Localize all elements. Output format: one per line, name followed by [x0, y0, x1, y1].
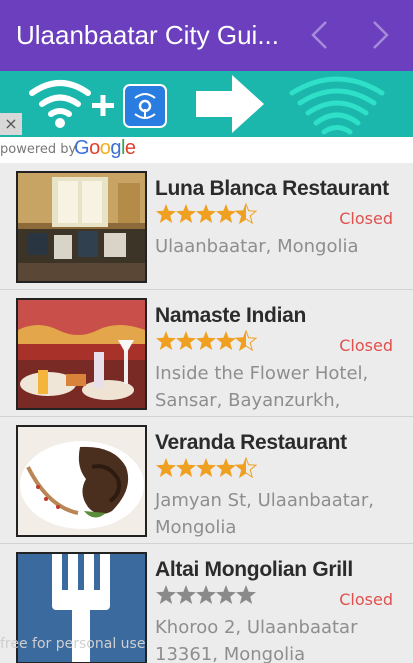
star-icon	[156, 458, 176, 477]
powered-by-label: powered by	[0, 142, 77, 157]
star-icon	[216, 458, 236, 477]
rating-stars	[155, 329, 259, 354]
half-star-icon	[234, 456, 258, 479]
star-icon	[216, 331, 236, 350]
place-list: Luna Blanca Restaurant Closed Ulaanbaata…	[0, 163, 413, 663]
status-label: Closed	[339, 209, 393, 228]
star-icon	[176, 331, 196, 350]
wifi-large-icon	[289, 76, 385, 135]
star-icon	[176, 204, 196, 223]
place-photo	[16, 171, 147, 283]
star-icon	[156, 585, 176, 604]
star-icon	[176, 458, 196, 477]
place-name: Altai Mongolian Grill	[155, 558, 353, 581]
app-bar: Ulaanbaatar City Gui...	[0, 0, 413, 71]
watermark-text: free for personal use	[0, 636, 146, 652]
place-address: Jamyan St, Ulaanbaatar, Mongolia	[155, 490, 374, 538]
half-star-icon	[234, 202, 258, 225]
star-icon	[196, 331, 216, 350]
router-app-icon	[123, 84, 167, 128]
arrow-right-icon	[196, 75, 264, 133]
rating-stars	[155, 584, 259, 608]
place-photo	[16, 298, 147, 410]
place-photo	[16, 425, 147, 537]
google-logo: Google	[74, 137, 136, 159]
status-label: Closed	[339, 590, 393, 609]
star-icon	[236, 585, 256, 604]
list-item[interactable]: Veranda Restaurant Jamyan St, Ulaanbaata…	[0, 417, 413, 544]
place-address: Ulaanbaatar, Mongolia	[155, 236, 359, 257]
star-icon	[156, 331, 176, 350]
place-address: Khoroo 2, Ulaanbaatar 13361, Mongolia	[155, 617, 358, 663]
half-star-icon	[234, 329, 258, 352]
star-icon	[216, 204, 236, 223]
star-icon	[216, 585, 236, 604]
list-item[interactable]: Namaste Indian Closed Inside the Flower …	[0, 290, 413, 417]
ad-banner[interactable]	[0, 71, 413, 137]
rating-stars	[155, 456, 259, 481]
app-title: Ulaanbaatar City Gui...	[16, 20, 280, 50]
ad-close-button[interactable]: ×	[0, 113, 22, 135]
chevron-left-icon[interactable]	[300, 14, 340, 56]
place-name: Veranda Restaurant	[155, 431, 347, 454]
status-label: Closed	[339, 336, 393, 355]
place-name: Namaste Indian	[155, 304, 307, 327]
star-icon	[196, 585, 216, 604]
rating-stars	[155, 202, 259, 227]
place-name: Luna Blanca Restaurant	[155, 177, 389, 200]
list-item[interactable]: Luna Blanca Restaurant Closed Ulaanbaata…	[0, 163, 413, 290]
star-icon	[176, 585, 196, 604]
wifi-icon	[29, 80, 91, 117]
star-icon	[196, 458, 216, 477]
chevron-right-icon[interactable]	[362, 14, 402, 56]
place-address: Inside the Flower Hotel, Sansar, Bayanzu…	[155, 363, 369, 411]
powered-by-google: powered by Google	[0, 137, 413, 163]
star-icon	[156, 204, 176, 223]
star-icon	[196, 204, 216, 223]
